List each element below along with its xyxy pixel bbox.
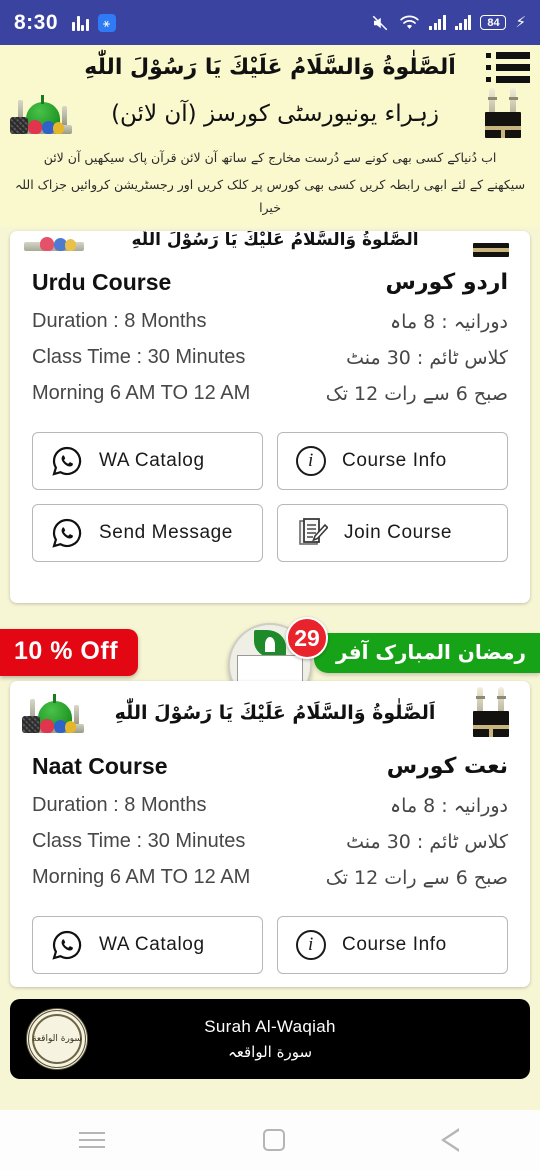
card-salam-text: اَلصَّلٰوةُ وَالسَّلَامُ عَلَيْكَ يَا رَ… bbox=[114, 702, 436, 725]
wa-catalog-label: WA Catalog bbox=[99, 450, 205, 472]
course-hours-ur: صبح 6 سے رات 12 تک bbox=[325, 382, 508, 405]
masjid-nabawi-icon bbox=[6, 88, 78, 140]
signal-icon-2 bbox=[454, 15, 472, 30]
signal-icon bbox=[429, 15, 446, 30]
course-info-label: Course Info bbox=[342, 934, 447, 956]
course-detail-row: Duration : 8 Months دورانیہ : 8 ماہ bbox=[32, 794, 508, 817]
join-form-icon bbox=[299, 518, 328, 546]
info-icon: i bbox=[296, 930, 326, 961]
battery-icon: 84 bbox=[480, 15, 507, 30]
masjid-nabawi-icon bbox=[18, 235, 90, 257]
surah-title-en: Surah Al-Waqiah bbox=[204, 1017, 336, 1037]
course-info-button[interactable]: i Course Info bbox=[277, 432, 508, 491]
app-header: اَلصَّلٰوةُ وَالسَّلَامُ عَلَيْكَ يَا رَ… bbox=[0, 45, 540, 228]
course-card-naat[interactable]: اَلصَّلٰوةُ وَالسَّلَامُ عَلَيْكَ يَا رَ… bbox=[10, 681, 530, 988]
course-detail-row: Class Time : 30 Minutes کلاس ٹائم : 30 م… bbox=[32, 830, 508, 853]
course-info-label: Course Info bbox=[342, 450, 447, 472]
card-banner-naat: اَلصَّلٰوةُ وَالسَّلَامُ عَلَيْكَ يَا رَ… bbox=[10, 681, 530, 741]
card-banner-urdu: اَلصَّلٰوةُ وَالسَّلَامُ عَلَيْكَ يَا رَ… bbox=[10, 231, 530, 258]
course-actions-naat: WA Catalog i Course Info bbox=[10, 908, 530, 988]
course-title-ur: نعت کورس bbox=[386, 754, 508, 780]
app-icon: ⚹ bbox=[97, 13, 116, 32]
course-classtime-ur: کلاس ٹائم : 30 منٹ bbox=[346, 830, 508, 853]
surah-text-block: Surah Al-Waqiah سورة الواقعہ bbox=[88, 1017, 452, 1061]
kaaba-icon bbox=[472, 86, 534, 142]
course-classtime-en: Class Time : 30 Minutes bbox=[32, 830, 246, 853]
charging-bolt-icon: ⚡ bbox=[515, 14, 526, 31]
join-course-button[interactable]: Join Course bbox=[277, 504, 508, 563]
wa-catalog-button[interactable]: WA Catalog bbox=[32, 916, 263, 975]
status-bar-time: 8:30 bbox=[14, 10, 59, 34]
info-icon: i bbox=[296, 446, 326, 477]
status-bar-left-icons: ⚹ bbox=[72, 13, 116, 32]
page-title: زہراء یونیورسٹی کورسز (آن لائن) bbox=[111, 100, 439, 127]
course-title-ur: اردو کورس bbox=[385, 270, 508, 296]
course-title-row: Naat Course نعت کورس bbox=[32, 753, 508, 780]
card-salam-text: اَلصَّلٰوةُ وَالسَّلَامُ عَلَيْكَ يَا رَ… bbox=[131, 231, 419, 251]
home-button[interactable] bbox=[263, 1129, 285, 1151]
course-title-en: Naat Course bbox=[32, 753, 168, 780]
equalizer-icon bbox=[72, 15, 89, 31]
course-title-en: Urdu Course bbox=[32, 269, 172, 296]
header-description-line1: اب دُنیاکے کسی بھی کونے سے دُرست مخارج ک… bbox=[43, 150, 497, 165]
course-duration-ur: دورانیہ : 8 ماہ bbox=[390, 310, 508, 333]
wifi-icon bbox=[400, 15, 420, 29]
discount-badge: 10 % Off bbox=[0, 629, 139, 677]
recents-button[interactable] bbox=[79, 1132, 105, 1148]
whatsapp-icon bbox=[52, 519, 82, 548]
surah-banner[interactable]: سورة الواقعة Surah Al-Waqiah سورة الواقع… bbox=[10, 999, 530, 1080]
course-detail-row: Morning 6 AM TO 12 AM صبح 6 سے رات 12 تک bbox=[32, 382, 508, 405]
course-detail-row: Morning 6 AM TO 12 AM صبح 6 سے رات 12 تک bbox=[32, 866, 508, 889]
kaaba-icon bbox=[460, 235, 522, 258]
course-title-row: Urdu Course اردو کورس bbox=[32, 269, 508, 296]
course-duration-en: Duration : 8 Months bbox=[32, 310, 207, 333]
wa-catalog-label: WA Catalog bbox=[99, 934, 205, 956]
wa-catalog-button[interactable]: WA Catalog bbox=[32, 432, 263, 491]
join-course-label: Join Course bbox=[344, 522, 452, 544]
back-button[interactable] bbox=[441, 1128, 461, 1152]
status-bar: 8:30 ⚹ 84 ⚡ bbox=[0, 0, 540, 45]
surah-seal-text: سورة الواقعة bbox=[32, 1033, 82, 1044]
hamburger-menu-icon[interactable] bbox=[486, 52, 530, 83]
header-description-line2: سیکھنے کے لئے ابھی رابطہ کریں کسی بھی کو… bbox=[14, 177, 526, 216]
course-classtime-ur: کلاس ٹائم : 30 منٹ bbox=[346, 346, 508, 369]
surah-seal-icon: سورة الواقعة bbox=[26, 1008, 88, 1071]
course-details-urdu: Urdu Course اردو کورس Duration : 8 Month… bbox=[10, 257, 530, 424]
surah-title-ur: سورة الواقعہ bbox=[227, 1043, 313, 1062]
send-message-button[interactable]: Send Message bbox=[32, 504, 263, 563]
course-hours-en: Morning 6 AM TO 12 AM bbox=[32, 866, 251, 889]
header-top-row: اَلصَّلٰوةُ وَالسَّلَامُ عَلَيْكَ يَا رَ… bbox=[0, 51, 540, 84]
course-list[interactable]: اَلصَّلٰوةُ وَالسَّلَامُ عَلَيْكَ يَا رَ… bbox=[0, 231, 540, 1080]
course-detail-row: Duration : 8 Months دورانیہ : 8 ماہ bbox=[32, 310, 508, 333]
course-duration-ur: دورانیہ : 8 ماہ bbox=[390, 794, 508, 817]
course-details-naat: Naat Course نعت کورس Duration : 8 Months… bbox=[10, 741, 530, 908]
whatsapp-icon bbox=[52, 447, 82, 476]
masjid-nabawi-icon bbox=[18, 687, 90, 739]
whatsapp-icon bbox=[52, 931, 82, 960]
course-info-button[interactable]: i Course Info bbox=[277, 916, 508, 975]
mute-icon bbox=[373, 15, 388, 30]
kaaba-icon bbox=[460, 685, 522, 741]
course-hours-ur: صبح 6 سے رات 12 تک bbox=[325, 866, 508, 889]
header-title-row: زہراء یونیورسٹی کورسز (آن لائن) bbox=[0, 84, 540, 142]
course-hours-en: Morning 6 AM TO 12 AM bbox=[32, 382, 251, 405]
send-message-label: Send Message bbox=[99, 522, 233, 544]
course-detail-row: Class Time : 30 Minutes کلاس ٹائم : 30 م… bbox=[32, 346, 508, 369]
android-nav-bar bbox=[0, 1110, 540, 1170]
header-salam-text: اَلصَّلٰوةُ وَالسَّلَامُ عَلَيْكَ يَا رَ… bbox=[84, 55, 456, 80]
app-root: 8:30 ⚹ 84 ⚡ اَلصَّلٰوةُ وَالسَّلَامُ عَل bbox=[0, 0, 540, 1170]
status-bar-right-icons: 84 ⚡ bbox=[370, 14, 526, 32]
ramadan-offer-badge: رمضان المبارک آفر bbox=[314, 633, 540, 674]
course-duration-en: Duration : 8 Months bbox=[32, 794, 207, 817]
course-card-urdu[interactable]: اَلصَّلٰوةُ وَالسَّلَامُ عَلَيْكَ يَا رَ… bbox=[10, 231, 530, 604]
course-actions-urdu: WA Catalog i Course Info Send Message Jo… bbox=[10, 424, 530, 584]
course-classtime-en: Class Time : 30 Minutes bbox=[32, 346, 246, 369]
